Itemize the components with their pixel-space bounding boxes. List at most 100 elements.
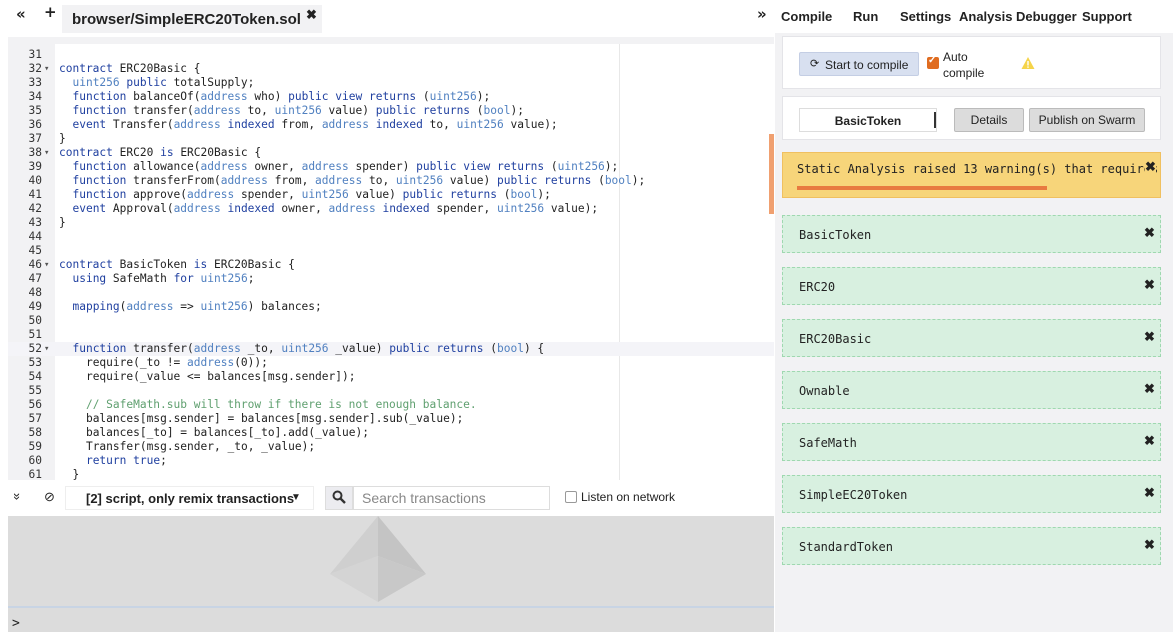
close-icon[interactable]: ✖ <box>1144 537 1155 553</box>
static-analysis-warning[interactable]: Static Analysis raised 13 warning(s) tha… <box>782 152 1161 198</box>
code-line[interactable]: 52 ▾ function transfer(address _to, uint2… <box>8 342 774 356</box>
fold-arrow-icon[interactable]: ▾ <box>44 342 54 356</box>
tab-analysis[interactable]: Analysis <box>959 9 1012 24</box>
contract-item[interactable]: SafeMath ✖ <box>782 423 1161 461</box>
select-handle <box>934 112 936 128</box>
line-number: 40 <box>28 174 42 187</box>
remix-ide: « + browser/SimpleERC20Token.sol ✖ » 31 3… <box>0 0 1173 632</box>
code-text: function approve(address spender, uint25… <box>72 188 551 201</box>
filter-select-label: [2] script, only remix transactions <box>86 491 295 506</box>
contract-select[interactable]: BasicToken <box>799 108 937 132</box>
code-line[interactable]: 48 <box>8 286 774 300</box>
code-line[interactable]: 47 using SafeMath for uint256; <box>8 272 774 286</box>
line-number: 55 <box>28 384 42 397</box>
contract-item-name: ERC20 <box>799 280 836 294</box>
code-line[interactable]: 40 function transferFrom(address from, a… <box>8 174 774 188</box>
code-line[interactable]: 43} <box>8 216 774 230</box>
close-icon[interactable]: ✖ <box>1144 225 1155 241</box>
file-tab[interactable]: browser/SimpleERC20Token.sol ✖ <box>62 5 322 33</box>
right-panel: Compile Run Settings Analysis Debugger S… <box>775 0 1173 632</box>
contract-item-name: Ownable <box>799 384 850 398</box>
code-line[interactable]: 46 ▾ contract BasicToken is ERC20Basic { <box>8 258 774 272</box>
code-line[interactable]: 57 balances[msg.sender] = balances[msg.s… <box>8 412 774 426</box>
close-icon[interactable]: ✖ <box>1144 329 1155 345</box>
code-line[interactable]: 60 return true; <box>8 454 774 468</box>
search-button[interactable] <box>325 486 353 510</box>
close-icon[interactable]: ✖ <box>1144 485 1155 501</box>
code-line[interactable]: 44 <box>8 230 774 244</box>
code-line[interactable]: 50 <box>8 314 774 328</box>
collapse-left-button[interactable]: « <box>16 5 26 23</box>
contract-item[interactable]: ERC20Basic ✖ <box>782 319 1161 357</box>
close-icon[interactable]: ✖ <box>1144 433 1155 449</box>
line-number: 48 <box>28 286 42 299</box>
close-icon[interactable]: ✖ <box>1144 277 1155 293</box>
add-file-button[interactable]: + <box>44 3 57 21</box>
compile-controls: ⟳ Start to compile ✓ Auto compile <box>782 36 1161 89</box>
code-line[interactable]: 39 function allowance(address owner, add… <box>8 160 774 174</box>
contract-item[interactable]: StandardToken ✖ <box>782 527 1161 565</box>
caret-down-icon: ▼ <box>291 492 301 503</box>
code-line[interactable]: 53 require(_to != address(0)); <box>8 356 774 370</box>
search-transactions-input[interactable] <box>353 486 550 510</box>
code-line[interactable]: 33 uint256 public totalSupply; <box>8 76 774 90</box>
tab-compile[interactable]: Compile <box>781 9 832 24</box>
tab-settings[interactable]: Settings <box>900 9 951 24</box>
auto-compile-checkbox[interactable]: ✓ <box>927 55 939 69</box>
listen-on-network-checkbox[interactable] <box>565 491 577 503</box>
code-line[interactable]: 45 <box>8 244 774 258</box>
clear-terminal-icon[interactable]: ⊘ <box>44 489 55 505</box>
editor-scrollbar[interactable] <box>769 134 774 214</box>
fold-arrow-icon[interactable]: ▾ <box>44 146 54 160</box>
code-line[interactable]: 35 function transfer(address to, uint256… <box>8 104 774 118</box>
code-line[interactable]: 36 event Transfer(address indexed from, … <box>8 118 774 132</box>
code-line[interactable]: 31 <box>8 48 774 62</box>
code-text: Transfer(msg.sender, _to, _value); <box>85 440 316 453</box>
code-line[interactable]: 61 } <box>8 468 774 480</box>
code-line[interactable]: 34 function balanceOf(address who) publi… <box>8 90 774 104</box>
code-line[interactable]: 37} <box>8 132 774 146</box>
fold-arrow-icon[interactable]: ▾ <box>44 62 54 76</box>
listen-on-network-label: Listen on network <box>581 490 676 504</box>
warning-icon[interactable] <box>1021 56 1035 70</box>
contract-item[interactable]: BasicToken ✖ <box>782 215 1161 253</box>
publish-swarm-button[interactable]: Publish on Swarm <box>1029 108 1145 132</box>
right-menu: Compile Run Settings Analysis Debugger S… <box>775 0 1173 33</box>
code-text: } <box>59 468 80 480</box>
fold-arrow-icon[interactable]: ▾ <box>44 258 54 272</box>
contract-item[interactable]: Ownable ✖ <box>782 371 1161 409</box>
code-line[interactable]: 59 Transfer(msg.sender, _to, _value); <box>8 440 774 454</box>
tab-debugger[interactable]: Debugger <box>1016 9 1077 24</box>
tab-run[interactable]: Run <box>853 9 878 24</box>
close-icon[interactable]: ✖ <box>306 7 317 23</box>
code-line[interactable]: 56 // SafeMath.sub will throw if there i… <box>8 398 774 412</box>
collapse-terminal-icon[interactable]: » <box>10 493 25 500</box>
compile-panel: ⟳ Start to compile ✓ Auto compile BasicT… <box>775 33 1173 632</box>
code-text: balances[_to] = balances[_to].add(_value… <box>85 426 369 439</box>
details-button[interactable]: Details <box>954 108 1024 132</box>
code-text: event Transfer(address indexed from, add… <box>72 118 558 131</box>
code-line[interactable]: 41 function approve(address spender, uin… <box>8 188 774 202</box>
transaction-filter-select[interactable]: [2] script, only remix transactions ▼ <box>65 486 314 510</box>
code-line[interactable]: 51 <box>8 328 774 342</box>
line-number: 32 <box>28 62 42 75</box>
code-line[interactable]: 49 mapping(address => uint256) balances; <box>8 300 774 314</box>
tab-support[interactable]: Support <box>1082 9 1132 24</box>
code-text: } <box>59 216 66 229</box>
close-icon[interactable]: ✖ <box>1145 159 1156 175</box>
start-compile-button[interactable]: ⟳ Start to compile <box>799 52 919 76</box>
collapse-right-button[interactable]: » <box>757 5 767 23</box>
code-text: function allowance(address owner, addres… <box>72 160 619 173</box>
code-line[interactable]: 32 ▾ contract ERC20Basic { <box>8 62 774 76</box>
code-line[interactable]: 58 balances[_to] = balances[_to].add(_va… <box>8 426 774 440</box>
code-text: contract ERC20Basic { <box>59 62 201 75</box>
code-line[interactable]: 38 ▾ contract ERC20 is ERC20Basic { <box>8 146 774 160</box>
code-line[interactable]: 54 require(_value <= balances[msg.sender… <box>8 370 774 384</box>
code-editor[interactable]: 31 32 ▾ contract ERC20Basic {33 uint256 pub… <box>8 37 774 480</box>
code-line[interactable]: 42 event Approval(address indexed owner,… <box>8 202 774 216</box>
close-icon[interactable]: ✖ <box>1144 381 1155 397</box>
contract-item[interactable]: ERC20 ✖ <box>782 267 1161 305</box>
contract-item[interactable]: SimpleEC20Token ✖ <box>782 475 1161 513</box>
code-line[interactable]: 55 <box>8 384 774 398</box>
terminal-input[interactable]: > <box>8 606 774 632</box>
